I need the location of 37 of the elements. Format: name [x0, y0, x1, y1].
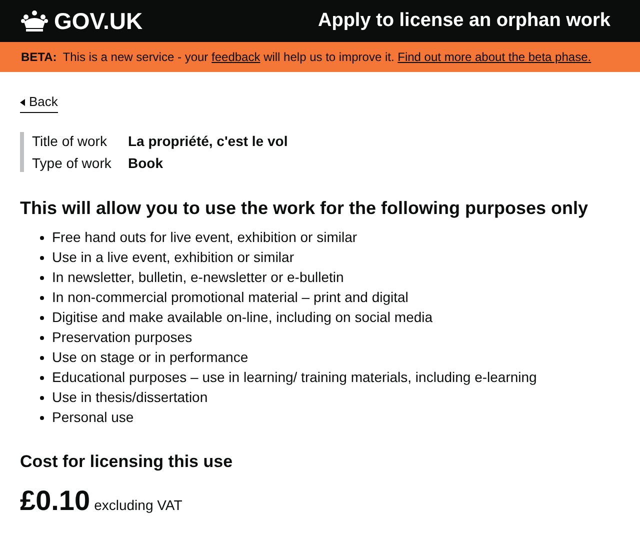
cost-heading: Cost for licensing this use: [20, 450, 234, 473]
purpose-item: Use on stage or in performance: [52, 348, 248, 367]
beta-message: This is a new service - your feedback will help us to improve it. Find out more about the beta phase.: [62, 49, 592, 66]
purposes-heading: This will allow you to use the work for the following purposes only: [20, 196, 590, 220]
price: £0.10: [20, 484, 90, 518]
bullet-icon: [40, 296, 44, 300]
govuk-logo-link[interactable]: GOV.UK: [54, 4, 304, 38]
banner-link[interactable]: Find out more about the beta phase.: [398, 50, 592, 64]
price-note: excluding VAT: [94, 496, 182, 515]
crown-icon: [21, 10, 48, 32]
back-link[interactable]: Back: [20, 93, 58, 113]
bullet-icon: [40, 416, 44, 420]
bullet-icon: [40, 356, 44, 360]
purpose-item: In newsletter, bulletin, e-newsletter or e-bulletin: [52, 268, 344, 287]
summary-value: La propriété, c'est le vol: [128, 132, 288, 150]
bullet-icon: [40, 396, 44, 400]
purpose-item: Personal use: [52, 408, 134, 427]
bullet-icon: [40, 256, 44, 260]
bullet-icon: [40, 276, 44, 280]
bullet-icon: [40, 376, 44, 380]
purpose-item: Educational purposes – use in learning/ training materials, including e-learning: [52, 368, 537, 387]
purpose-item: In non-commercial promotional material – print and digital: [52, 288, 408, 307]
bullet-icon: [40, 336, 44, 340]
banner-link[interactable]: feedback: [212, 50, 260, 64]
purpose-item: Digitise and make available on-line, including on social media: [52, 308, 433, 327]
purpose-item: Use in a live event, exhibition or similar: [52, 248, 294, 267]
purpose-item: Preservation purposes: [52, 328, 192, 347]
beta-tag: BETA:: [21, 48, 57, 66]
summary-label: Title of work: [32, 132, 108, 150]
summary-value: Book: [128, 154, 163, 172]
purpose-item: Use in thesis/dissertation: [52, 388, 208, 407]
summary-label: Type of work: [32, 154, 112, 172]
service-name: Apply to license an orphan work: [318, 8, 610, 33]
bullet-icon: [40, 236, 44, 240]
purpose-item: Free hand outs for live event, exhibition or similar: [52, 228, 358, 247]
back-arrow-icon: [20, 98, 25, 106]
bullet-icon: [40, 316, 44, 320]
